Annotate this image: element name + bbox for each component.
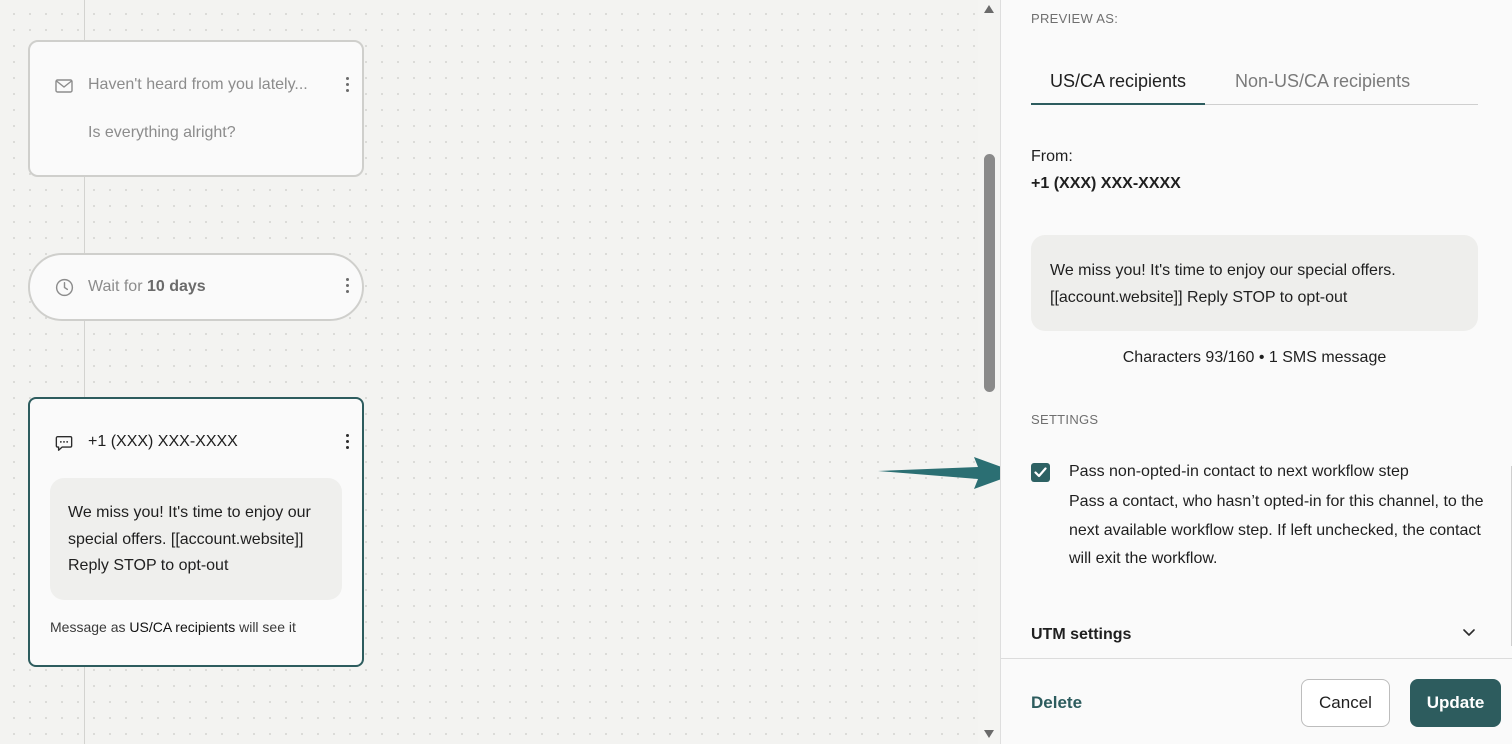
scroll-up-arrow-icon[interactable]: [982, 2, 996, 16]
sms-node-more-icon[interactable]: [339, 431, 355, 451]
wait-duration-label: Wait for 10 days: [88, 278, 206, 296]
tab-us-ca-recipients[interactable]: US/CA recipients: [1031, 60, 1206, 105]
workflow-canvas[interactable]: Haven't heard from you lately... Is ever…: [0, 0, 978, 744]
sms-preview-note: Message as US/CA recipients will see it: [50, 619, 296, 635]
utm-settings-accordion[interactable]: UTM settings: [1031, 616, 1481, 652]
settings-label: SETTINGS: [1031, 412, 1099, 427]
email-step-node[interactable]: Haven't heard from you lately... Is ever…: [28, 40, 364, 177]
preview-as-label: PREVIEW AS:: [1031, 11, 1119, 26]
envelope-icon: [54, 76, 74, 96]
email-preheader: Is everything alright?: [88, 124, 236, 141]
sms-sender-number: +1 (XXX) XXX-XXXX: [88, 433, 238, 450]
sms-step-node[interactable]: +1 (XXX) XXX-XXXX We miss you! It's time…: [28, 397, 364, 667]
scrollbar-thumb[interactable]: [984, 154, 995, 392]
note-prefix: Message as: [50, 619, 130, 635]
character-count: Characters 93/160 • 1 SMS message: [1122, 349, 1387, 366]
recipient-tabs: US/CA recipients Non-US/CA recipients: [1031, 60, 1478, 105]
note-suffix: will see it: [235, 619, 296, 635]
sms-preview-bubble: We miss you! It's time to enjoy our spec…: [1031, 235, 1478, 331]
canvas-scrollbar[interactable]: [978, 0, 1000, 744]
wait-node-more-icon[interactable]: [339, 275, 355, 295]
clock-icon: [54, 277, 74, 297]
annotation-arrow-icon: [878, 457, 1018, 489]
cancel-button[interactable]: Cancel: [1301, 679, 1390, 727]
panel-footer: Delete Cancel Update: [1001, 658, 1512, 744]
update-button[interactable]: Update: [1410, 679, 1501, 727]
checkbox-description: Pass a contact, who hasn’t opted-in for …: [1069, 493, 1484, 567]
utm-settings-label: UTM settings: [1031, 626, 1132, 643]
scroll-down-arrow-icon[interactable]: [982, 727, 996, 741]
checkbox-title[interactable]: Pass non-opted-in contact to next workfl…: [1069, 463, 1409, 481]
from-number: +1 (XXX) XXX-XXXX: [1031, 175, 1181, 192]
note-recipients: US/CA recipients: [129, 619, 236, 635]
wait-prefix: Wait for: [88, 278, 147, 295]
email-node-more-icon[interactable]: [339, 74, 355, 94]
delete-button[interactable]: Delete: [1031, 693, 1082, 713]
panel-content[interactable]: PREVIEW AS: US/CA recipients Non-US/CA r…: [1001, 0, 1512, 658]
from-label: From:: [1031, 148, 1073, 165]
email-subject: Haven't heard from you lately...: [88, 76, 308, 93]
wait-duration: 10 days: [146, 278, 206, 295]
tab-non-us-ca-recipients[interactable]: Non-US/CA recipients: [1216, 60, 1429, 105]
wait-step-node[interactable]: Wait for 10 days: [28, 253, 364, 321]
chat-bubble-icon: [54, 433, 74, 453]
sms-message-bubble: We miss you! It's time to enjoy our spec…: [50, 478, 342, 600]
chevron-down-icon: [1463, 629, 1475, 636]
pass-non-opted-in-checkbox[interactable]: [1031, 463, 1050, 482]
step-settings-panel: PREVIEW AS: US/CA recipients Non-US/CA r…: [1000, 0, 1512, 744]
checkmark-icon: [1034, 467, 1047, 478]
